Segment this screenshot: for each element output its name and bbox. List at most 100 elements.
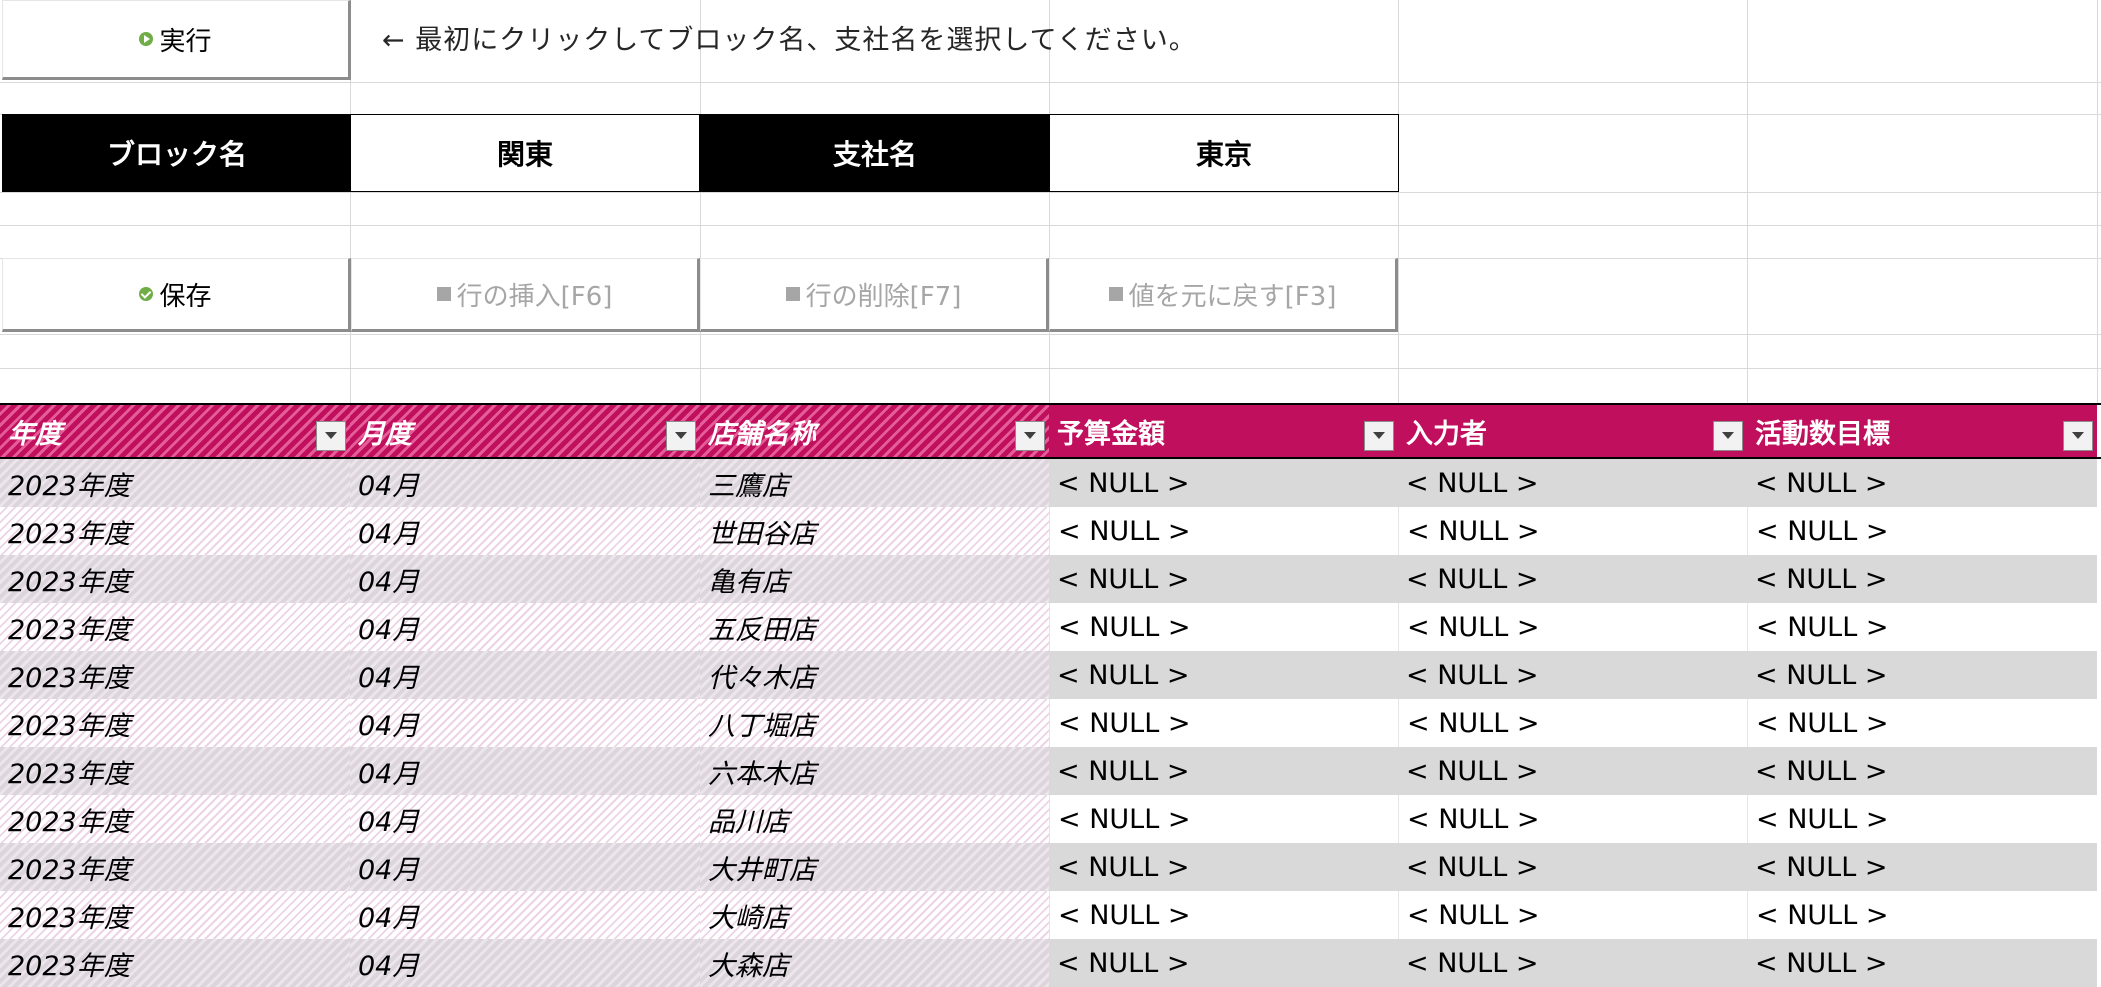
- table-cell[interactable]: < NULL >: [1747, 603, 2097, 651]
- table-cell[interactable]: < NULL >: [1398, 747, 1747, 795]
- table-cell[interactable]: < NULL >: [1747, 795, 2097, 843]
- table-cell[interactable]: < NULL >: [1398, 795, 1747, 843]
- table-cell[interactable]: < NULL >: [1747, 939, 2097, 987]
- table-cell[interactable]: < NULL >: [1398, 699, 1747, 747]
- table-cell[interactable]: 六本木店: [700, 747, 1049, 795]
- insert-row-label: 行の挿入[F6]: [456, 281, 613, 312]
- table-cell[interactable]: 世田谷店: [700, 507, 1049, 555]
- table-cell[interactable]: < NULL >: [1049, 939, 1398, 987]
- table-cell[interactable]: < NULL >: [1747, 507, 2097, 555]
- table-cell[interactable]: < NULL >: [1747, 459, 2097, 507]
- table-cell[interactable]: < NULL >: [1049, 555, 1398, 603]
- table-row: 2023年度 04月 品川店 < NULL > < NULL > < NULL >: [0, 795, 2101, 843]
- run-button-label: 実行: [159, 26, 212, 57]
- table-cell[interactable]: 2023年度: [0, 747, 350, 795]
- play-circle-icon: [139, 32, 154, 46]
- table-cell[interactable]: < NULL >: [1747, 843, 2097, 891]
- table-row: 2023年度 04月 世田谷店 < NULL > < NULL > < NULL >: [0, 507, 2101, 555]
- table-cell[interactable]: 2023年度: [0, 891, 350, 939]
- table-cell[interactable]: 2023年度: [0, 507, 350, 555]
- table-row: 2023年度 04月 大井町店 < NULL > < NULL > < NULL >: [0, 843, 2101, 891]
- table-cell[interactable]: 2023年度: [0, 699, 350, 747]
- table-cell[interactable]: 2023年度: [0, 651, 350, 699]
- dropdown-filter-icon[interactable]: [2063, 421, 2093, 451]
- table-cell[interactable]: 2023年度: [0, 843, 350, 891]
- delete-row-button[interactable]: 行の削除[F7]: [700, 258, 1049, 332]
- header-label: 予算金額: [1057, 418, 1165, 450]
- table-cell[interactable]: < NULL >: [1049, 651, 1398, 699]
- table-cell[interactable]: 三鷹店: [700, 459, 1049, 507]
- table-cell[interactable]: < NULL >: [1398, 507, 1747, 555]
- table-cell[interactable]: 亀有店: [700, 555, 1049, 603]
- table-row: 2023年度 04月 代々木店 < NULL > < NULL > < NULL >: [0, 651, 2101, 699]
- table-cell[interactable]: 04月: [350, 939, 700, 987]
- table-cell[interactable]: < NULL >: [1398, 891, 1747, 939]
- table-cell[interactable]: < NULL >: [1398, 603, 1747, 651]
- dropdown-filter-icon[interactable]: [666, 421, 696, 451]
- table-cell[interactable]: 2023年度: [0, 939, 350, 987]
- table-cell[interactable]: 04月: [350, 603, 700, 651]
- table-cell[interactable]: < NULL >: [1398, 459, 1747, 507]
- table-cell[interactable]: < NULL >: [1049, 747, 1398, 795]
- insert-row-button[interactable]: 行の挿入[F6]: [351, 258, 700, 332]
- table-cell[interactable]: 五反田店: [700, 603, 1049, 651]
- table-cell[interactable]: 04月: [350, 507, 700, 555]
- table-cell[interactable]: 04月: [350, 843, 700, 891]
- table-cell[interactable]: 2023年度: [0, 603, 350, 651]
- table-cell[interactable]: 2023年度: [0, 795, 350, 843]
- table-cell[interactable]: 2023年度: [0, 555, 350, 603]
- table-cell[interactable]: 大崎店: [700, 891, 1049, 939]
- table-cell[interactable]: 大井町店: [700, 843, 1049, 891]
- table-cell[interactable]: < NULL >: [1398, 939, 1747, 987]
- table-cell[interactable]: < NULL >: [1049, 507, 1398, 555]
- table-cell[interactable]: 品川店: [700, 795, 1049, 843]
- revert-value-button[interactable]: 値を元に戻す[F3]: [1049, 258, 1398, 332]
- table-cell[interactable]: < NULL >: [1049, 699, 1398, 747]
- table-cell[interactable]: < NULL >: [1049, 795, 1398, 843]
- table-cell[interactable]: < NULL >: [1049, 891, 1398, 939]
- table-cell[interactable]: 04月: [350, 699, 700, 747]
- table-cell[interactable]: < NULL >: [1747, 651, 2097, 699]
- header-label: 活動数目標: [1755, 418, 1890, 450]
- table-cell[interactable]: 04月: [350, 651, 700, 699]
- header-month: 月度: [350, 405, 700, 457]
- table-cell[interactable]: < NULL >: [1398, 555, 1747, 603]
- table-row: 2023年度 04月 亀有店 < NULL > < NULL > < NULL >: [0, 555, 2101, 603]
- table-cell[interactable]: 大森店: [700, 939, 1049, 987]
- dropdown-filter-icon[interactable]: [1015, 421, 1045, 451]
- table-cell[interactable]: 04月: [350, 459, 700, 507]
- table-cell[interactable]: 04月: [350, 795, 700, 843]
- table-cell[interactable]: 04月: [350, 891, 700, 939]
- table-cell[interactable]: < NULL >: [1747, 699, 2097, 747]
- branch-value-cell[interactable]: 東京: [1049, 114, 1399, 192]
- run-button[interactable]: 実行: [2, 0, 351, 80]
- table-cell[interactable]: 八丁堀店: [700, 699, 1049, 747]
- table-cell[interactable]: < NULL >: [1747, 747, 2097, 795]
- save-button[interactable]: 保存: [2, 258, 351, 332]
- table-row: 2023年度 04月 六本木店 < NULL > < NULL > < NULL >: [0, 747, 2101, 795]
- table-cell[interactable]: 04月: [350, 555, 700, 603]
- table-cell[interactable]: 代々木店: [700, 651, 1049, 699]
- table-cell[interactable]: < NULL >: [1747, 555, 2097, 603]
- table-row: 2023年度 04月 八丁堀店 < NULL > < NULL > < NULL >: [0, 699, 2101, 747]
- square-icon: [785, 287, 800, 301]
- header-activity-target: 活動数目標: [1747, 405, 2097, 457]
- block-value-cell[interactable]: 関東: [350, 114, 700, 192]
- table-cell[interactable]: < NULL >: [1398, 651, 1747, 699]
- dropdown-filter-icon[interactable]: [316, 421, 346, 451]
- check-circle-icon: [139, 287, 154, 301]
- dropdown-filter-icon[interactable]: [1364, 421, 1394, 451]
- table-cell[interactable]: < NULL >: [1398, 843, 1747, 891]
- table-cell[interactable]: 2023年度: [0, 459, 350, 507]
- table-cell[interactable]: < NULL >: [1049, 459, 1398, 507]
- dropdown-filter-icon[interactable]: [1713, 421, 1743, 451]
- table-cell[interactable]: < NULL >: [1747, 891, 2097, 939]
- table-row: 2023年度 04月 大崎店 < NULL > < NULL > < NULL >: [0, 891, 2101, 939]
- table-cell[interactable]: < NULL >: [1049, 603, 1398, 651]
- table-cell[interactable]: 04月: [350, 747, 700, 795]
- header-label: 年度: [8, 418, 62, 450]
- header-label: 入力者: [1406, 418, 1487, 450]
- table-cell[interactable]: < NULL >: [1049, 843, 1398, 891]
- table-row: 2023年度 04月 三鷹店 < NULL > < NULL > < NULL >: [0, 459, 2101, 507]
- header-label: 店舗名称: [708, 418, 816, 450]
